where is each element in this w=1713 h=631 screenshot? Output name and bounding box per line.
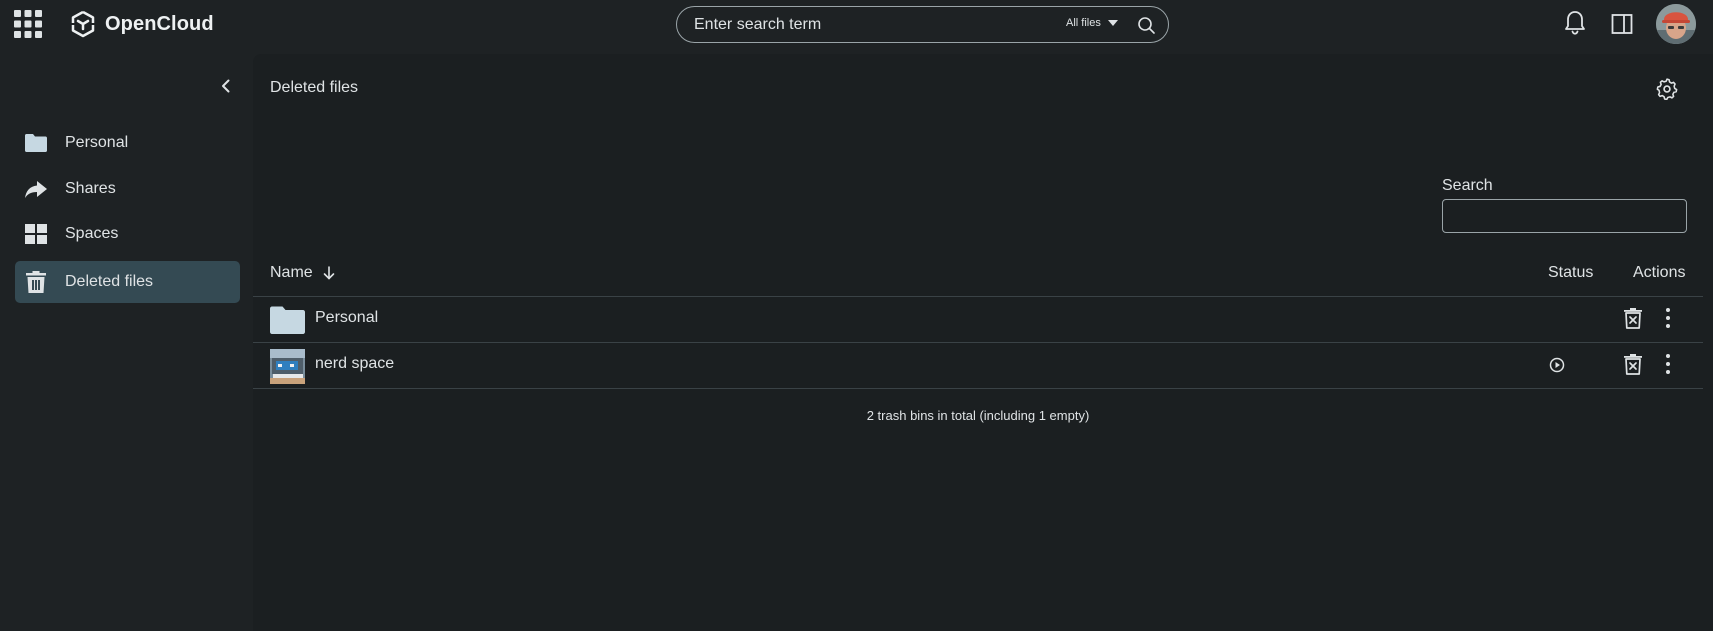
more-options-icon[interactable]	[1658, 353, 1678, 375]
app-name: OpenCloud	[105, 12, 214, 35]
spaces-icon	[25, 224, 47, 244]
trash-icon	[26, 271, 46, 293]
collapse-sidebar-chevron-left-icon[interactable]	[216, 76, 236, 96]
sidebar-item-deleted-files[interactable]: Deleted files	[15, 261, 240, 303]
notifications-bell-icon[interactable]	[1563, 10, 1587, 36]
more-options-icon[interactable]	[1658, 307, 1678, 329]
app-switcher-icon[interactable]	[14, 10, 42, 38]
trash-summary: 2 trash bins in total (including 1 empty…	[866, 408, 1090, 423]
folder-icon	[270, 306, 305, 334]
table-divider	[253, 388, 1703, 389]
caret-down-icon	[1107, 20, 1118, 26]
search-scope-label: All files	[1066, 17, 1101, 29]
folder-icon	[25, 134, 47, 152]
gear-icon[interactable]	[1656, 78, 1678, 100]
row-name: Personal	[315, 309, 379, 326]
sidebar-item-label: Personal	[65, 134, 129, 151]
avatar-image	[1656, 4, 1696, 44]
column-header-name[interactable]: Name	[270, 264, 335, 282]
space-thumbnail-image	[270, 349, 305, 384]
app-logo[interactable]: OpenCloud	[70, 10, 214, 38]
sort-arrow-down-icon	[323, 266, 334, 280]
search-scope-dropdown[interactable]: All files	[1066, 17, 1118, 29]
sidebar-item-label: Spaces	[65, 225, 119, 242]
sidebar-item-shares[interactable]: Shares	[15, 168, 240, 210]
page-title: Deleted files	[270, 79, 359, 96]
search-icon[interactable]	[1136, 15, 1156, 35]
sidebar-item-personal[interactable]: Personal	[15, 122, 240, 164]
column-header-status: Status	[1548, 264, 1594, 281]
filter-label: Search	[1442, 177, 1493, 194]
row-name: nerd space	[315, 355, 395, 372]
main-content: Deleted files Search Name Status Actions…	[253, 54, 1713, 631]
sidebar-item-spaces[interactable]: Spaces	[15, 213, 240, 255]
filter-input[interactable]	[1442, 199, 1687, 233]
table-row[interactable]: Personal	[253, 296, 1703, 341]
opencloud-logo-icon	[71, 10, 95, 38]
sidebar: Personal Shares Spaces Deleted files	[0, 48, 253, 631]
table-row[interactable]: nerd space	[253, 342, 1703, 387]
play-circle-icon[interactable]	[1549, 357, 1565, 373]
side-panel-toggle-icon[interactable]	[1610, 12, 1634, 36]
column-header-name-label: Name	[270, 264, 313, 281]
delete-permanently-icon[interactable]	[1622, 353, 1644, 375]
column-header-actions: Actions	[1633, 264, 1686, 281]
search-input[interactable]	[694, 15, 994, 35]
delete-permanently-icon[interactable]	[1622, 307, 1644, 329]
sidebar-item-label: Deleted files	[65, 273, 154, 290]
user-avatar[interactable]	[1656, 4, 1696, 44]
share-icon	[25, 181, 47, 198]
top-bar: OpenCloud All files	[0, 0, 1713, 48]
global-search: All files	[676, 6, 1169, 43]
sidebar-item-label: Shares	[65, 180, 116, 197]
